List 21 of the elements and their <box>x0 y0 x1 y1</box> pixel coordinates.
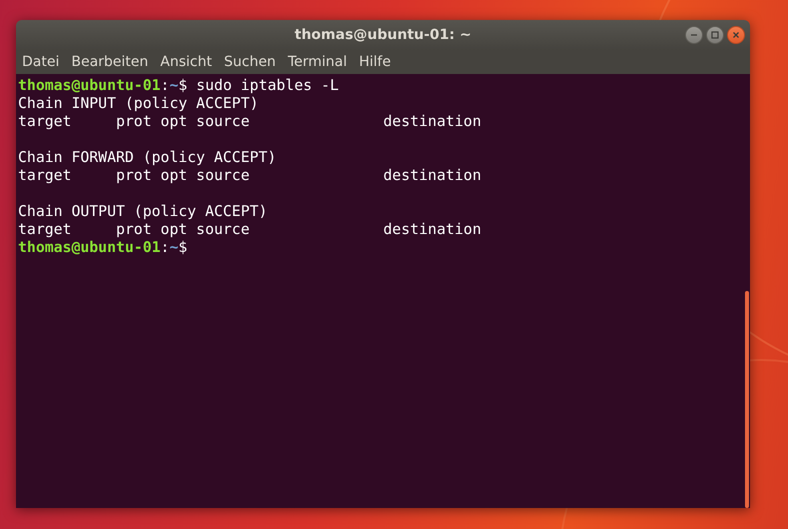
maximize-button[interactable] <box>706 26 724 44</box>
maximize-icon <box>711 31 719 39</box>
menu-item[interactable]: Terminal <box>288 54 347 70</box>
menu-item[interactable]: Datei <box>22 54 60 70</box>
output-line: Chain INPUT (policy ACCEPT) <box>18 95 259 112</box>
menu-item[interactable]: Suchen <box>224 54 276 70</box>
close-button[interactable] <box>727 26 745 44</box>
output-line: target prot opt source destination <box>18 221 482 238</box>
scrollbar-thumb[interactable] <box>745 291 749 508</box>
output-line: target prot opt source destination <box>18 167 482 184</box>
menu-item[interactable]: Hilfe <box>358 54 391 70</box>
menu-item[interactable]: Ansicht <box>160 54 212 70</box>
prompt-line: thomas@ubuntu-01:~$ <box>18 239 188 256</box>
output-line: Chain OUTPUT (policy ACCEPT) <box>18 203 268 220</box>
close-icon <box>732 31 740 39</box>
output-line: Chain FORWARD (policy ACCEPT) <box>18 149 276 166</box>
output-line: target prot opt source destination <box>18 113 482 130</box>
menu-item[interactable]: Bearbeiten <box>71 54 148 70</box>
prompt-line: thomas@ubuntu-01:~$ sudo iptables -L <box>18 77 339 94</box>
window-title: thomas@ubuntu-01: ~ <box>294 27 472 43</box>
minimize-button[interactable] <box>685 26 703 44</box>
